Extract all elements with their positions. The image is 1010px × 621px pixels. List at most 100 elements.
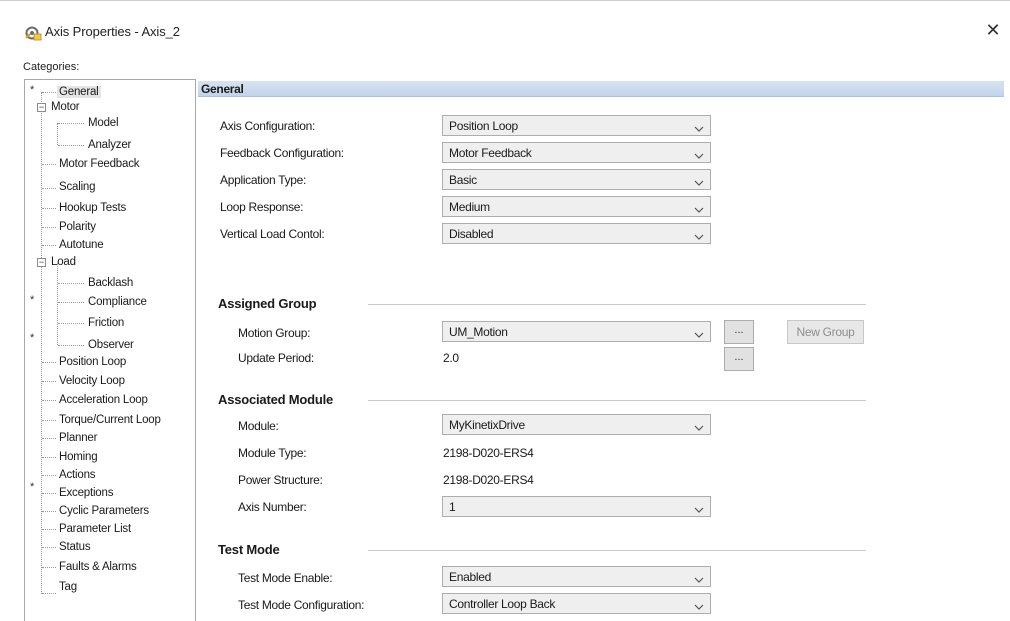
tree-item-hookup-tests[interactable]: Hookup Tests xyxy=(59,201,126,216)
chevron-down-icon xyxy=(694,176,704,186)
modified-marker: * xyxy=(30,84,35,96)
tree-item-velocity-loop[interactable]: Velocity Loop xyxy=(59,374,125,389)
dropdown-value: Motor Feedback xyxy=(449,146,532,160)
tree-item-label: Motor Feedback xyxy=(59,158,140,170)
tree-item-label: Velocity Loop xyxy=(59,375,125,387)
tree-item-label: Motor xyxy=(51,101,80,113)
tree-item-label: Homing xyxy=(59,451,98,463)
tree-item-backlash[interactable]: Backlash xyxy=(88,276,133,291)
tree-item-load[interactable]: Load xyxy=(51,255,76,270)
tree-item-model[interactable]: Model xyxy=(88,116,119,131)
tree-item-parameter-list[interactable]: Parameter List xyxy=(59,522,131,537)
axis-properties-icon xyxy=(24,25,42,41)
tree-item-position-loop[interactable]: Position Loop xyxy=(59,355,126,370)
tree-item-torque-current-loop[interactable]: Torque/Current Loop xyxy=(59,413,161,428)
update-period-label: Update Period: xyxy=(238,351,314,365)
dropdown-value: Position Loop xyxy=(449,119,518,133)
title-bar: Axis Properties - Axis_2 ✕ xyxy=(0,1,1010,47)
associated-module-title: Associated Module xyxy=(218,392,334,407)
categories-tree[interactable]: * General − Motor Model Analyzer Motor F… xyxy=(24,79,196,621)
modified-marker: * xyxy=(30,332,35,344)
chevron-down-icon xyxy=(694,421,704,431)
tree-item-autotune[interactable]: Autotune xyxy=(59,238,104,253)
tree-item-label: Load xyxy=(51,256,76,268)
tree-item-label: Exceptions xyxy=(59,487,114,499)
tree-item-general[interactable]: General xyxy=(57,85,101,100)
tree-item-actions[interactable]: Actions xyxy=(59,468,96,483)
assigned-group-title: Assigned Group xyxy=(218,296,317,311)
tree-item-label: Torque/Current Loop xyxy=(59,414,161,426)
test-mode-configuration-dropdown[interactable]: Controller Loop Back xyxy=(442,593,711,614)
tree-item-faults-alarms[interactable]: Faults & Alarms xyxy=(59,560,137,575)
tree-item-planner[interactable]: Planner xyxy=(59,431,97,446)
chevron-down-icon xyxy=(694,600,704,610)
module-dropdown[interactable]: MyKinetixDrive xyxy=(442,414,711,435)
chevron-down-icon xyxy=(694,122,704,132)
tree-item-label: Model xyxy=(88,117,119,129)
dropdown-value: 1 xyxy=(449,500,456,514)
chevron-down-icon xyxy=(694,503,704,513)
tree-item-label: Observer xyxy=(88,339,134,351)
tree-item-label: Faults & Alarms xyxy=(59,561,137,573)
axis-configuration-label: Axis Configuration: xyxy=(220,119,316,133)
chevron-down-icon xyxy=(694,573,704,583)
power-structure-label: Power Structure: xyxy=(238,473,323,487)
update-period-value: 2.0 xyxy=(443,351,459,365)
power-structure-value: 2198-D020-ERS4 xyxy=(443,473,534,487)
tree-item-scaling[interactable]: Scaling xyxy=(59,180,96,195)
tree-item-label: Backlash xyxy=(88,277,134,289)
feedback-configuration-dropdown[interactable]: Motor Feedback xyxy=(442,142,711,163)
tree-item-compliance[interactable]: Compliance xyxy=(88,295,147,310)
tree-item-label: Tag xyxy=(59,581,77,593)
general-page: General Axis Configuration: Position Loo… xyxy=(198,79,1006,621)
motion-group-browse-button[interactable]: ... xyxy=(724,320,754,344)
tree-item-status[interactable]: Status xyxy=(59,540,91,555)
chevron-down-icon xyxy=(694,203,704,213)
tree-item-motor[interactable]: Motor xyxy=(51,100,80,115)
vertical-load-control-label: Vertical Load Contol: xyxy=(220,227,325,241)
dropdown-value: UM_Motion xyxy=(449,325,508,339)
axis-number-dropdown[interactable]: 1 xyxy=(442,496,711,517)
motion-group-dropdown[interactable]: UM_Motion xyxy=(442,321,711,342)
tree-item-motor-feedback[interactable]: Motor Feedback xyxy=(59,157,139,172)
axis-configuration-dropdown[interactable]: Position Loop xyxy=(442,115,711,136)
tree-item-cyclic-parameters[interactable]: Cyclic Parameters xyxy=(59,504,149,519)
collapse-load-icon[interactable]: − xyxy=(37,258,46,267)
new-group-button[interactable]: New Group xyxy=(787,320,864,344)
module-label: Module: xyxy=(238,419,279,433)
tree-item-label: Planner xyxy=(59,432,98,444)
dropdown-value: Basic xyxy=(449,173,477,187)
loop-response-dropdown[interactable]: Medium xyxy=(442,196,711,217)
tree-item-analyzer[interactable]: Analyzer xyxy=(88,138,131,153)
collapse-motor-icon[interactable]: − xyxy=(37,103,46,112)
tree-item-label: Polarity xyxy=(59,221,96,233)
tree-item-tag[interactable]: Tag xyxy=(59,580,77,595)
update-period-browse-button[interactable]: ... xyxy=(724,347,754,371)
module-type-value: 2198-D020-ERS4 xyxy=(443,446,534,460)
chevron-down-icon xyxy=(694,230,704,240)
axis-properties-dialog: Axis Properties - Axis_2 ✕ Categories: *… xyxy=(0,0,1010,621)
vertical-load-control-dropdown[interactable]: Disabled xyxy=(442,223,711,244)
module-type-label: Module Type: xyxy=(238,446,307,460)
modified-marker: * xyxy=(30,481,35,493)
tree-item-label: Actions xyxy=(59,469,96,481)
test-mode-enable-label: Test Mode Enable: xyxy=(238,571,333,585)
application-type-label: Application Type: xyxy=(220,173,307,187)
section-header: General xyxy=(198,81,1004,97)
tree-item-homing[interactable]: Homing xyxy=(59,450,98,465)
tree-item-acceleration-loop[interactable]: Acceleration Loop xyxy=(59,393,148,408)
dropdown-value: Controller Loop Back xyxy=(449,597,556,611)
tree-item-polarity[interactable]: Polarity xyxy=(59,220,96,235)
tree-item-exceptions[interactable]: Exceptions xyxy=(59,486,113,501)
motion-group-label: Motion Group: xyxy=(238,326,311,340)
modified-marker: * xyxy=(30,294,35,306)
group-divider xyxy=(368,550,866,551)
test-mode-configuration-label: Test Mode Configuration: xyxy=(238,598,365,612)
close-icon[interactable]: ✕ xyxy=(982,19,1004,41)
tree-item-observer[interactable]: Observer xyxy=(88,338,134,353)
application-type-dropdown[interactable]: Basic xyxy=(442,169,711,190)
dropdown-value: MyKinetixDrive xyxy=(449,418,525,432)
tree-item-label: Status xyxy=(59,541,91,553)
test-mode-enable-dropdown[interactable]: Enabled xyxy=(442,566,711,587)
tree-item-friction[interactable]: Friction xyxy=(88,316,124,331)
